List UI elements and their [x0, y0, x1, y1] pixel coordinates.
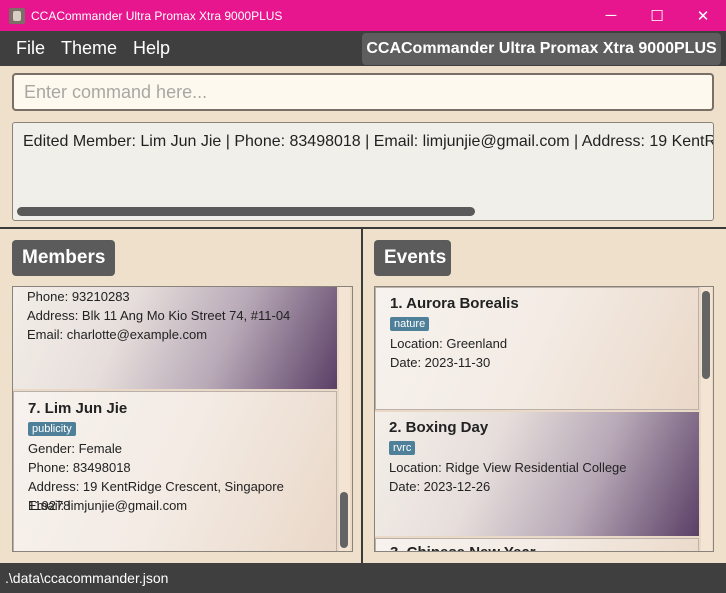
member-address: Address: 19 KentRidge Crescent, Singapor…	[28, 479, 284, 513]
result-text: Edited Member: Lim Jun Jie | Phone: 8349…	[23, 133, 713, 150]
menu-file[interactable]: File	[8, 31, 53, 66]
member-card[interactable]: Phone: 93210283 Address: Blk 11 Ang Mo K…	[13, 287, 337, 389]
member-gender: Gender: Female	[28, 441, 122, 456]
event-name: 1. Aurora Borealis	[390, 295, 519, 312]
maximize-button[interactable]: ☐	[634, 0, 680, 31]
event-name: 3. Chinese New Year	[390, 542, 684, 551]
member-list[interactable]: Phone: 93210283 Address: Blk 11 Ang Mo K…	[12, 286, 353, 552]
divider	[0, 227, 726, 229]
events-header: Events	[374, 240, 451, 276]
member-tag: publicity	[28, 422, 76, 436]
data-file-path: .\data\ccacommander.json	[5, 570, 169, 586]
menu-bar: File Theme Help CCACommander Ultra Proma…	[0, 31, 726, 66]
event-card[interactable]: 1. Aurora Borealis nature Location: Gree…	[375, 287, 699, 410]
menu-theme[interactable]: Theme	[53, 31, 125, 66]
member-name: 7. Lim Jun Jie	[28, 400, 128, 417]
event-location: Location: Greenland	[390, 336, 508, 351]
command-box	[12, 73, 714, 111]
result-horizontal-scrollbar[interactable]	[17, 207, 475, 216]
status-bar: .\data\ccacommander.json	[0, 563, 726, 593]
app-icon	[9, 7, 25, 24]
member-phone: Phone: 83498018	[28, 460, 131, 475]
member-card[interactable]: 7. Lim Jun Jie publicity Gender: Female …	[13, 391, 337, 551]
event-list-scrollbar[interactable]	[701, 287, 712, 551]
window-title: CCACommander Ultra Promax Xtra 9000PLUS	[31, 8, 283, 23]
panel-divider	[361, 229, 363, 563]
member-address: Address: Blk 11 Ang Mo Kio Street 74, #1…	[27, 308, 291, 323]
members-header: Members	[12, 240, 115, 276]
event-location: Location: Ridge View Residential College	[389, 460, 627, 475]
member-phone: Phone: 93210283	[27, 289, 130, 304]
event-tag: rvrc	[389, 441, 416, 455]
event-date: Date: 2023-12-26	[389, 479, 491, 494]
command-input[interactable]	[14, 75, 712, 109]
event-card[interactable]: 2. Boxing Day rvrc Location: Ridge View …	[375, 412, 699, 536]
app-name-badge: CCACommander Ultra Promax Xtra 9000PLUS	[362, 33, 721, 65]
close-button[interactable]: ✕	[680, 0, 726, 31]
member-email: Email: charlotte@example.com	[27, 327, 208, 342]
event-card[interactable]: 3. Chinese New Year	[375, 538, 699, 551]
event-list-scroll-thumb[interactable]	[702, 291, 710, 379]
minimize-button[interactable]: ─	[588, 0, 634, 31]
member-list-scroll-thumb[interactable]	[340, 492, 348, 548]
event-name: 2. Boxing Day	[389, 419, 489, 436]
title-bar: CCACommander Ultra Promax Xtra 9000PLUS …	[0, 0, 726, 31]
member-email: Email: limjunjie@gmail.com	[28, 498, 188, 513]
result-display[interactable]: Edited Member: Lim Jun Jie | Phone: 8349…	[12, 122, 714, 221]
menu-help[interactable]: Help	[125, 31, 178, 66]
event-tag: nature	[390, 317, 430, 331]
event-date: Date: 2023-11-30	[390, 355, 491, 370]
member-list-scrollbar[interactable]	[339, 287, 350, 551]
event-list[interactable]: 1. Aurora Borealis nature Location: Gree…	[374, 286, 714, 552]
